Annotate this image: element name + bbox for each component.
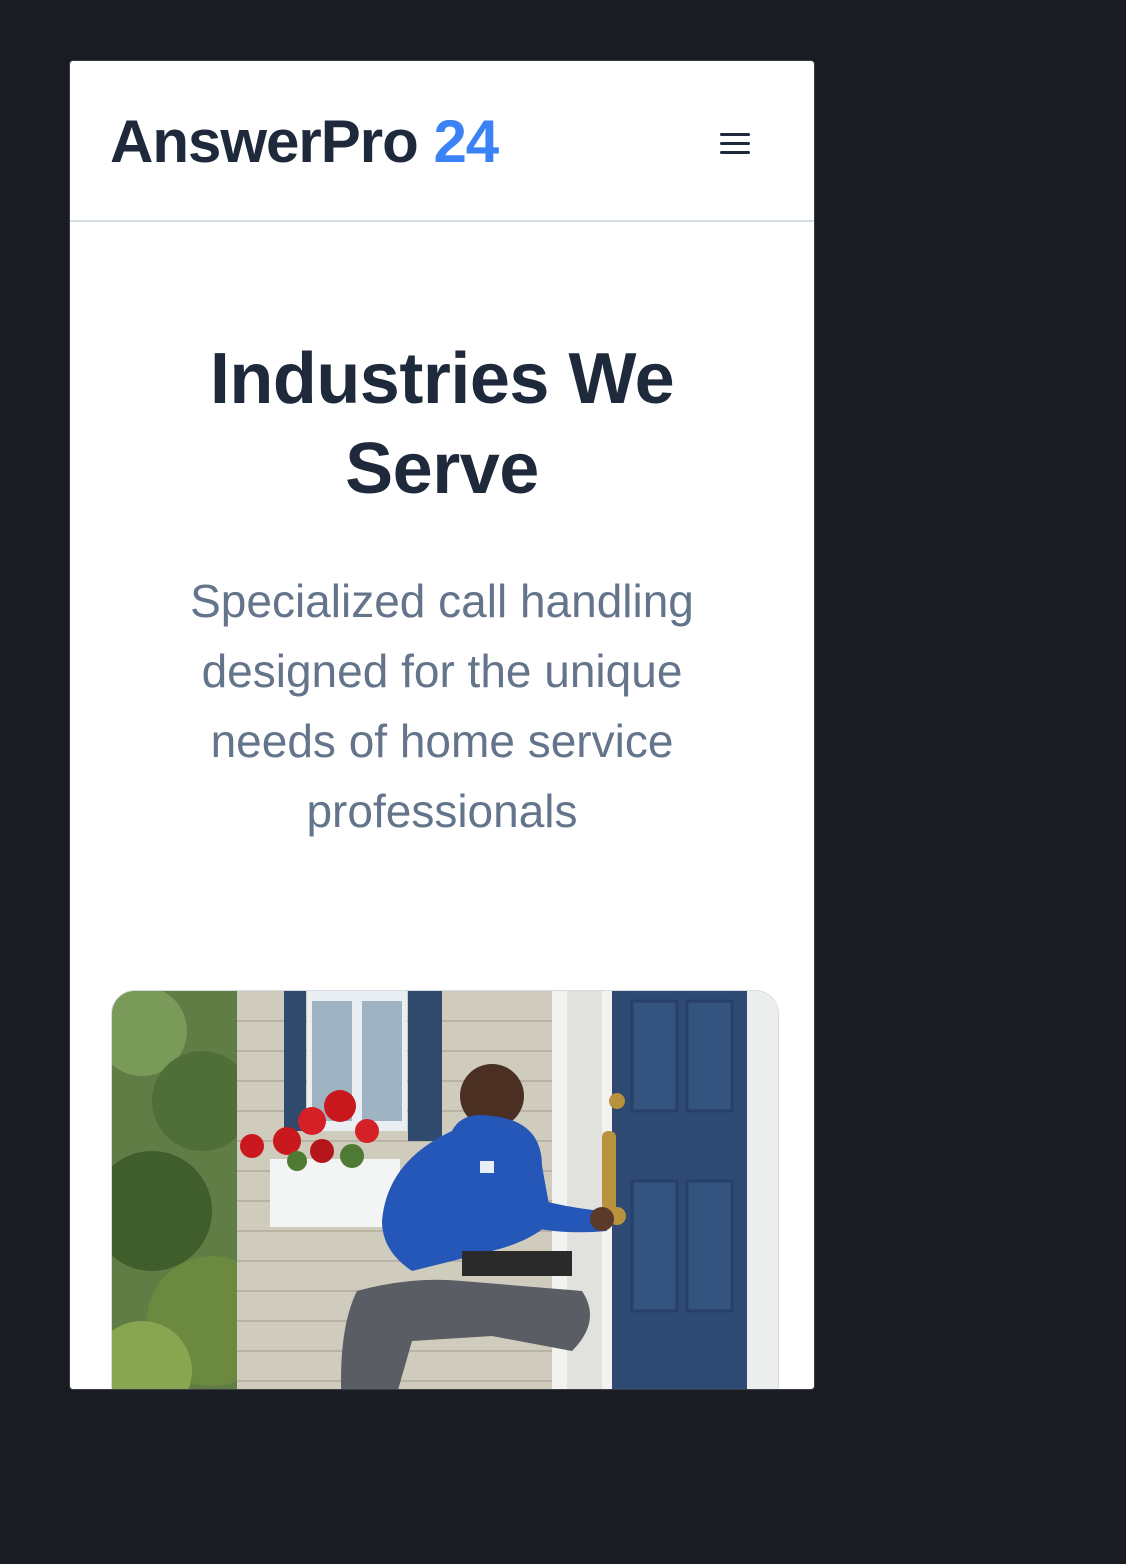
- page-subtitle: Specialized call handling designed for t…: [190, 575, 694, 837]
- hero-section: Industries We Serve Specialized call han…: [70, 222, 814, 846]
- site-header: AnswerPro 24: [70, 61, 814, 222]
- industry-image-card: [111, 990, 779, 1389]
- technician-door-photo: [112, 991, 778, 1389]
- mobile-viewport: AnswerPro 24 Industries We Serve Special…: [69, 60, 815, 1390]
- logo-accent-text: 24: [433, 108, 499, 175]
- hamburger-menu-icon: [720, 132, 750, 136]
- hamburger-menu-button[interactable]: [713, 123, 757, 163]
- logo-main-text: AnswerPro: [110, 108, 419, 175]
- page-title: Industries We Serve: [209, 339, 675, 509]
- brand-logo[interactable]: AnswerPro 24: [110, 107, 499, 177]
